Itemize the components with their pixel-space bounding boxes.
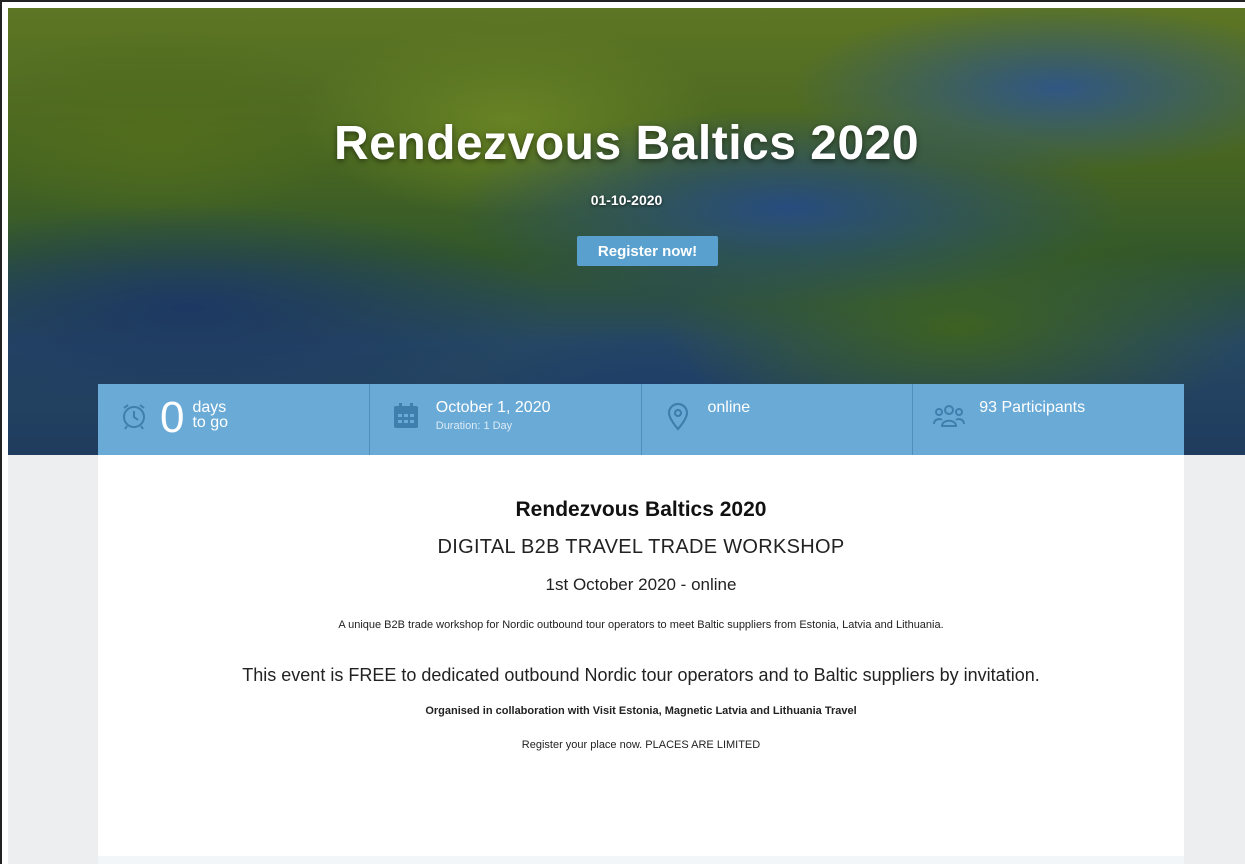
date-text: October 1, 2020 Duration: 1 Day [436,398,551,432]
countdown-cell: 0 days to go [98,384,370,455]
event-info-bar: 0 days to go October 1, 2020 Duration: 1… [98,384,1184,455]
event-duration: Duration: 1 Day [435,420,513,432]
days-count: 0 [160,393,185,442]
register-note: Register your place now. PLACES ARE LIMI… [521,739,761,751]
days-label: days to go [192,399,229,431]
days-label-line1: days [192,399,227,416]
content-description: A unique B2B trade workshop for Nordic o… [338,619,944,631]
participants-cell: 93 Participants [913,384,1184,455]
hero-date: 01-10-2020 [590,192,663,208]
location-cell: online [642,384,914,455]
date-cell: October 1, 2020 Duration: 1 Day [370,384,642,455]
calendar-icon [393,403,418,428]
content-title: Rendezvous Baltics 2020 [515,498,767,521]
hero-title: Rendezvous Baltics 2020 [333,117,920,170]
participants-count: 93 Participants [979,399,1086,416]
register-now-button[interactable]: Register now! [577,236,718,266]
location-pin-icon [667,402,688,431]
days-label-line2: to go [192,414,229,431]
organised-note: Organised in collaboration with Visit Es… [425,705,857,717]
event-location: online [707,399,751,416]
people-icon [933,405,966,427]
event-date: October 1, 2020 [435,399,551,416]
location-text: online [708,398,751,418]
event-description: Rendezvous Baltics 2020 DIGITAL B2B TRAV… [98,455,1184,864]
content-date-line: 1st October 2020 - online [545,575,737,594]
content-subtitle: DIGITAL B2B TRAVEL TRADE WORKSHOP [437,536,845,558]
participants-text: 93 Participants [979,398,1085,418]
alarm-clock-icon [123,404,145,430]
free-notice: This event is FREE to dedicated outbound… [242,665,1040,685]
footer-strip [98,856,1184,864]
